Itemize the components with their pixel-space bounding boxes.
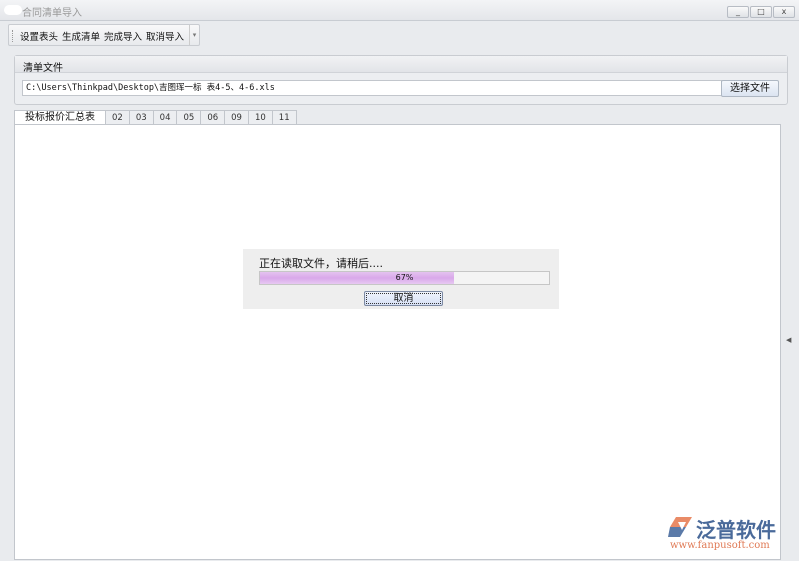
close-button[interactable]: x: [773, 6, 795, 18]
window-title: 合同清单导入: [22, 8, 82, 19]
tab-sheet[interactable]: 10: [247, 110, 273, 125]
tab-sheet[interactable]: 06: [200, 110, 226, 125]
title-bar: 合同清单导入 _ □ x: [0, 0, 799, 21]
minimize-button[interactable]: _: [727, 6, 749, 18]
toolbar-overflow-icon[interactable]: ▾: [189, 25, 199, 45]
file-group-title: 清单文件: [15, 56, 787, 74]
file-group: 清单文件 C:\Users\Thinkpad\Desktop\吉图珲一标 表4-…: [14, 55, 788, 105]
logo-name: 泛普软件: [696, 518, 776, 542]
sheet-content-panel: [14, 124, 781, 560]
tab-sheet[interactable]: 09: [224, 110, 249, 125]
cancel-button[interactable]: 取消: [364, 291, 443, 306]
generate-list-button[interactable]: 生成清单: [62, 29, 100, 43]
choose-file-button[interactable]: 选择文件: [721, 80, 779, 97]
set-header-button[interactable]: 设置表头: [20, 29, 58, 43]
tab-sheet[interactable]: 05: [176, 110, 202, 125]
cancel-import-button[interactable]: 取消导入: [146, 29, 184, 43]
sheet-tabs: 投标报价汇总表 02 03 04 05 06 09 10 11: [14, 110, 297, 126]
progress-bar: 67%: [259, 271, 550, 285]
toolbar-grip[interactable]: [12, 30, 14, 42]
loading-dialog: 正在读取文件，请稍后.... 67% 取消: [243, 249, 559, 309]
tab-sheet[interactable]: 04: [152, 110, 178, 125]
tab-sheet[interactable]: 11: [271, 110, 297, 125]
maximize-button[interactable]: □: [750, 6, 772, 18]
collapse-arrow-icon[interactable]: ◀: [786, 336, 791, 344]
side-collapse-bar[interactable]: ◀: [782, 124, 799, 560]
toolbar: 设置表头 生成清单 完成导入 取消导入 ▾: [8, 24, 200, 46]
logo-icon: [668, 517, 692, 537]
progress-label: 67%: [395, 273, 414, 282]
logo-url: www.fanpusoft.com: [670, 540, 770, 551]
file-path-input[interactable]: C:\Users\Thinkpad\Desktop\吉图珲一标 表4-5、4-6…: [22, 80, 722, 96]
app-icon: [4, 5, 22, 15]
tab-sheet[interactable]: 02: [105, 110, 130, 125]
loading-message: 正在读取文件，请稍后....: [259, 257, 383, 270]
finish-import-button[interactable]: 完成导入: [104, 29, 142, 43]
tab-sheet[interactable]: 03: [128, 110, 154, 125]
